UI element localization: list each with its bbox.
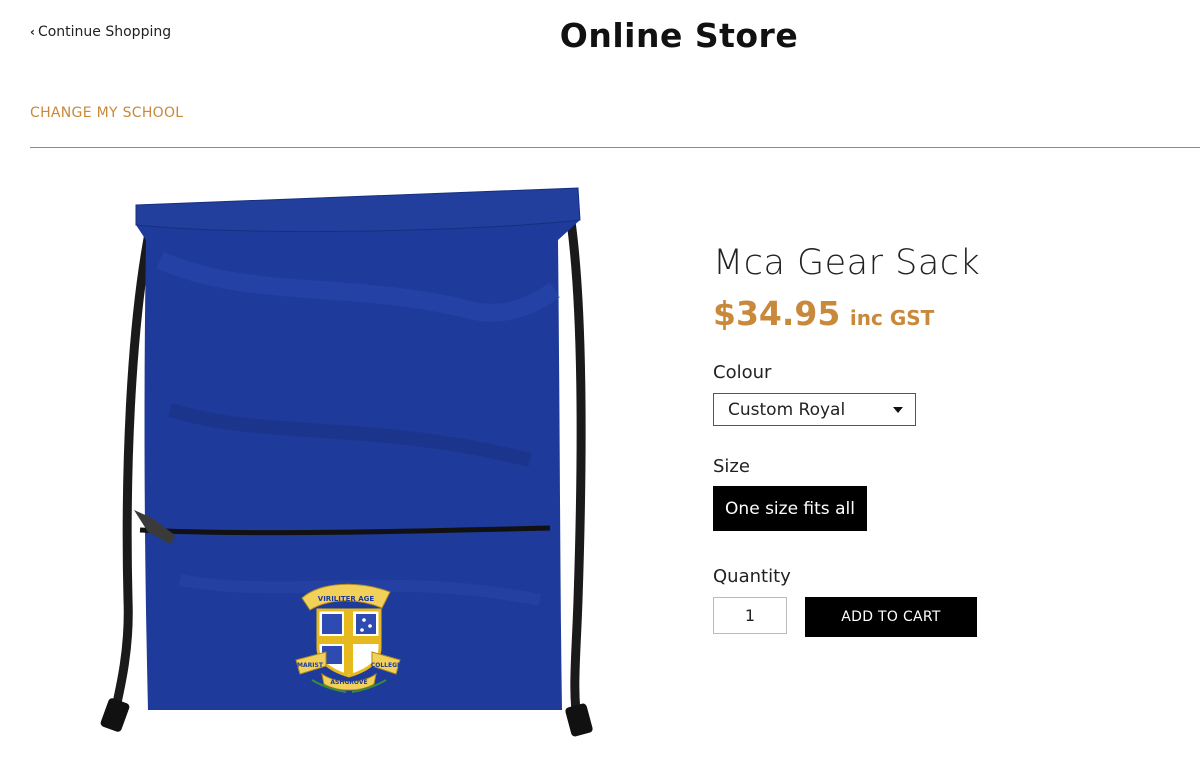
caret-down-icon bbox=[893, 407, 903, 413]
header-divider bbox=[30, 147, 1200, 148]
quantity-label: Quantity bbox=[713, 566, 791, 587]
product-title: Mca Gear Sack bbox=[713, 243, 981, 283]
crest-label-left: MARIST bbox=[297, 662, 324, 669]
left-cord bbox=[107, 223, 155, 730]
crest-label-right: COLLEGE bbox=[371, 662, 401, 669]
right-cord-end bbox=[565, 703, 593, 737]
quantity-input[interactable] bbox=[713, 597, 787, 634]
price-amount: $34.95 bbox=[713, 294, 841, 333]
page-title: Online Store bbox=[559, 16, 799, 55]
right-cord bbox=[563, 197, 586, 733]
crest-label-bottom: ASHGROVE bbox=[330, 679, 367, 686]
change-school-link[interactable]: CHANGE MY SCHOOL bbox=[30, 105, 183, 121]
size-option-button[interactable]: One size fits all bbox=[713, 486, 867, 531]
colour-label: Colour bbox=[713, 362, 772, 383]
price-tax-note: inc GST bbox=[849, 306, 935, 330]
left-cord-end bbox=[100, 698, 130, 732]
colour-select[interactable]: Custom Royal bbox=[713, 393, 916, 426]
colour-select-value: Custom Royal bbox=[728, 399, 846, 420]
bag-hem bbox=[135, 187, 581, 232]
product-image: VIRILITER AGE MARIST COLLEGE ASHGROVE bbox=[100, 187, 593, 737]
crest-motto-top: VIRILITER AGE bbox=[318, 595, 375, 603]
product-price: $34.95 inc GST bbox=[713, 294, 934, 333]
size-label: Size bbox=[713, 456, 750, 477]
add-to-cart-button[interactable]: ADD TO CART bbox=[805, 597, 977, 637]
